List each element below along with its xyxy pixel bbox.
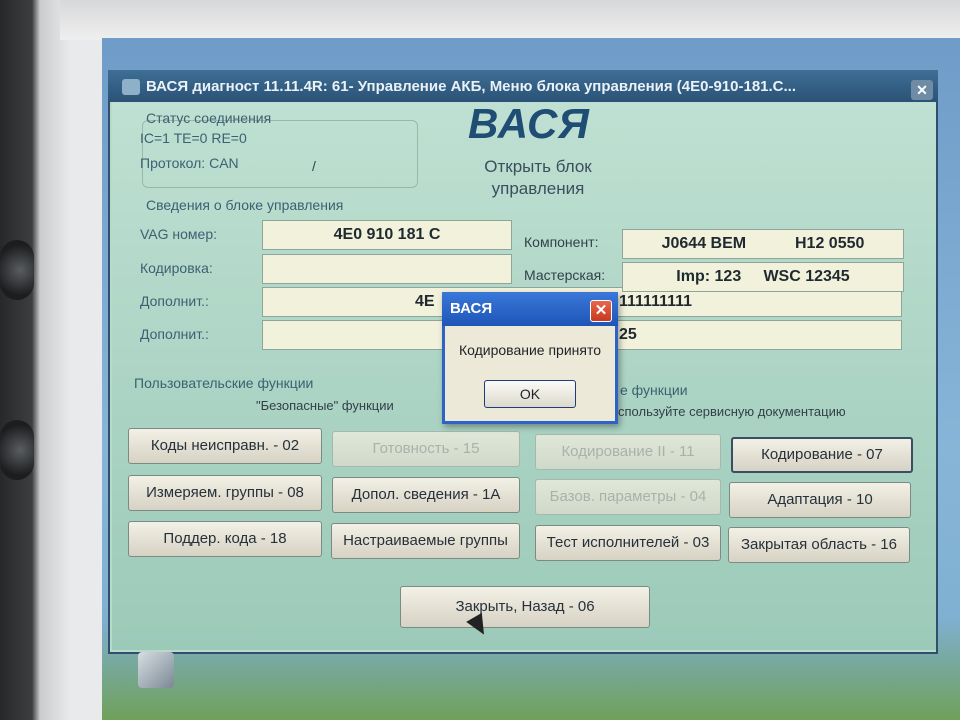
- car-vent-knob: [0, 240, 34, 300]
- coding-label: Кодировка:: [140, 260, 213, 276]
- vag-number-field: 4E0 910 181 C: [262, 220, 512, 250]
- custom-groups-button[interactable]: Настраиваемые группы: [331, 523, 520, 559]
- dialog-title: ВАСЯ: [450, 300, 493, 317]
- workshop-field: Imp: 123 WSC 12345: [622, 262, 904, 292]
- protocol-label: Протокол: CAN: [140, 155, 239, 171]
- additional-info-button[interactable]: Допол. сведения - 1A: [332, 477, 520, 513]
- window-close-button[interactable]: ✕: [911, 80, 933, 100]
- security-access-button[interactable]: Закрытая область - 16: [728, 527, 910, 563]
- fault-codes-button[interactable]: Коды неисправн. - 02: [128, 428, 322, 464]
- coding-button[interactable]: Кодирование - 07: [731, 437, 913, 473]
- dialog-close-button[interactable]: ✕: [590, 300, 612, 322]
- advanced-functions-heading: е функции: [620, 382, 688, 398]
- readiness-button[interactable]: Готовность - 15: [332, 431, 520, 467]
- component-label: Компонент:: [524, 234, 599, 250]
- activity-indicator: /: [312, 158, 316, 174]
- coding-field: [262, 254, 512, 284]
- output-tests-button[interactable]: Тест исполнителей - 03: [535, 525, 721, 561]
- close-back-button[interactable]: Закрыть, Назад - 06: [400, 586, 650, 628]
- measuring-groups-button[interactable]: Измеряем. группы - 08: [128, 475, 322, 511]
- extra1-value-left: 4E: [415, 293, 435, 310]
- user-functions-heading: Пользовательские функции: [134, 375, 314, 391]
- car-vent-knob: [0, 420, 34, 480]
- extra1-value-right: 111111111: [619, 293, 693, 310]
- user-functions-subheading: "Безопасные" функции: [256, 398, 394, 413]
- window-title: ВАСЯ диагност 11.11.4R: 61- Управление А…: [146, 78, 797, 95]
- dialog-message: Кодирование принято: [458, 342, 602, 358]
- vag-number-label: VAG номер:: [140, 226, 218, 242]
- extra1-label: Дополнит.:: [140, 293, 209, 309]
- component-field: J0644 BEM H12 0550: [622, 229, 904, 259]
- basic-settings-button[interactable]: Базов. параметры - 04: [535, 479, 721, 515]
- connection-status-line: IC=1 TE=0 RE=0: [140, 130, 247, 146]
- page-subtitle: Открыть блок управления: [484, 157, 592, 198]
- adaptation-button[interactable]: Адаптация - 10: [729, 482, 911, 518]
- desktop-shortcut-icon[interactable]: [138, 652, 174, 688]
- dialog-ok-button[interactable]: OK: [484, 380, 576, 408]
- workshop-label: Мастерская:: [524, 267, 606, 283]
- monitor-bezel-top: [60, 0, 960, 40]
- advanced-functions-subheading: спользуйте сервисную документацию: [618, 404, 846, 419]
- extra2-value-right: 25: [619, 326, 637, 343]
- control-unit-info-heading: Сведения о блоке управления: [146, 197, 344, 213]
- extra2-label: Дополнит.:: [140, 326, 209, 342]
- coding-ii-button[interactable]: Кодирование II - 11: [535, 434, 721, 470]
- connection-status-heading: Статус соединения: [146, 110, 272, 126]
- app-icon: [122, 79, 140, 95]
- supported-codes-button[interactable]: Поддер. кода - 18: [128, 521, 322, 557]
- app-logo: ВАСЯ: [468, 100, 590, 147]
